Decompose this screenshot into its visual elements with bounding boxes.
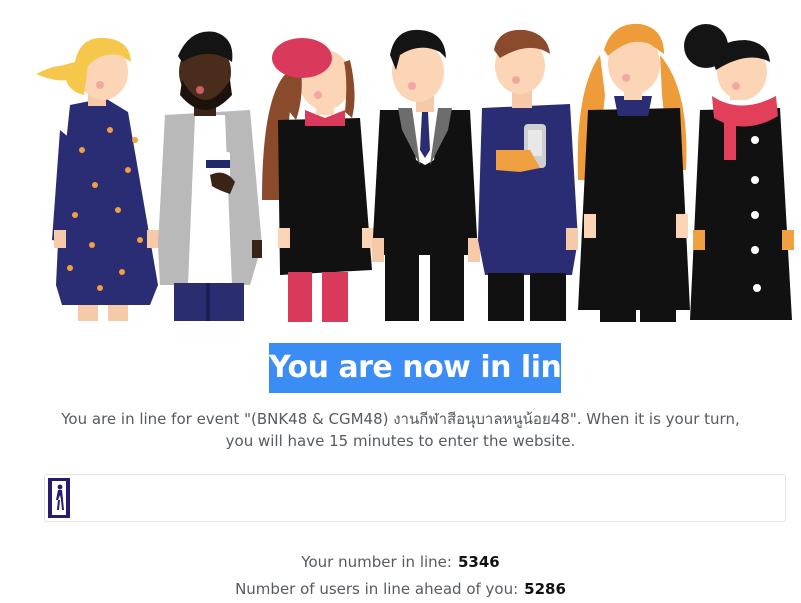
queue-page: You are now in line You are in line for … xyxy=(0,0,801,603)
queue-ahead-value: 5286 xyxy=(524,580,566,598)
queue-message: You are in line for event "(BNK48 & CGM4… xyxy=(40,408,761,452)
queue-progress-fill xyxy=(48,478,70,518)
person-beret-woman xyxy=(262,38,374,322)
queue-ahead-row: Number of users in line ahead of you: 528… xyxy=(0,580,801,598)
queue-progress-bar xyxy=(44,474,786,522)
person-bearded-man xyxy=(158,31,262,321)
person-phone-man xyxy=(478,29,578,321)
person-blonde-woman xyxy=(36,37,159,321)
queue-number-value: 5346 xyxy=(457,553,500,571)
queue-number-row: Your number in line: 5346 xyxy=(0,553,801,571)
walking-person-icon xyxy=(49,478,69,518)
queue-ahead-label: Number of users in line ahead of you: xyxy=(235,580,519,598)
person-suited-man xyxy=(372,29,480,321)
queue-message-line1: You are in line for event "(BNK48 & CGM4… xyxy=(61,410,740,428)
queue-number-label: Your number in line: xyxy=(301,553,452,571)
queue-headline: You are now in line xyxy=(269,343,582,393)
queue-people-illustration xyxy=(36,23,794,322)
person-redhead-woman xyxy=(577,23,690,322)
person-scarf-woman xyxy=(684,24,794,320)
queue-message-line2: you will have 15 minutes to enter the we… xyxy=(225,432,576,450)
